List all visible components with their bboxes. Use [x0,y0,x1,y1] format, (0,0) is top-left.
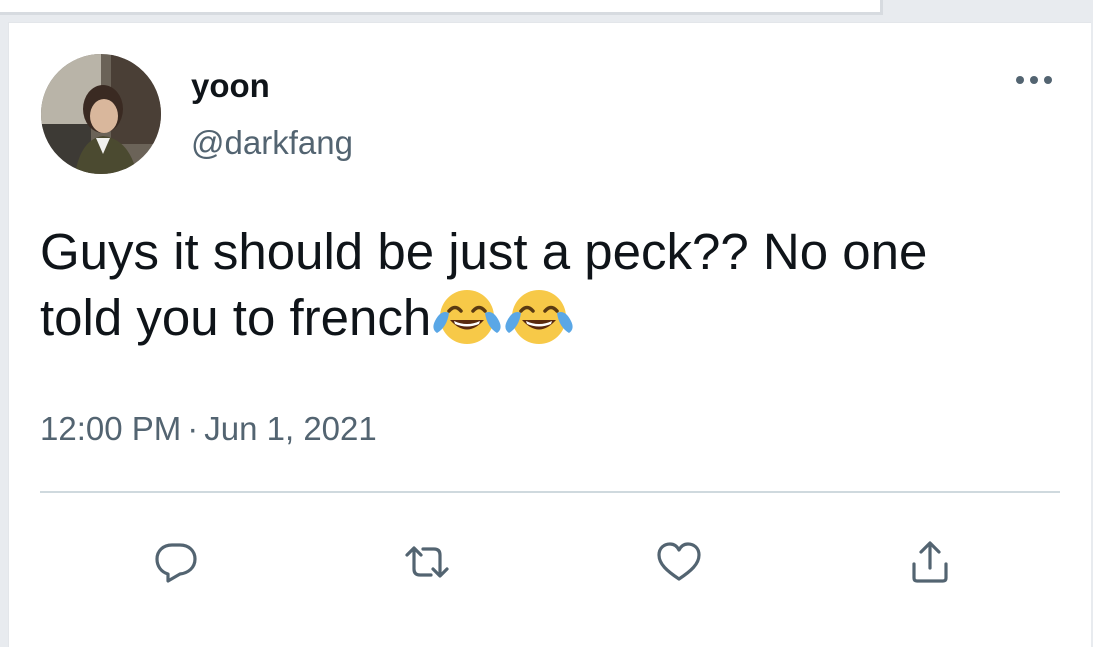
previous-card-edge [0,0,883,15]
tweet-text-line-2: told you to french [40,289,432,346]
tweet-time: 12:00 PM [40,410,182,447]
like-button[interactable] [646,529,712,595]
tears-of-joy-emoji-icon [505,290,573,344]
tweet-date: Jun 1, 2021 [204,410,377,447]
speech-bubble-icon [155,543,197,583]
more-dot-icon [1044,76,1052,84]
tweet-text: Guys it should be just a peck?? No one t… [40,219,1070,351]
more-dot-icon [1030,76,1038,84]
display-name[interactable]: yoon [191,66,270,106]
retweet-arrows-icon [405,546,449,578]
tears-of-joy-emoji-icon [433,290,501,344]
more-options-button[interactable] [1009,65,1059,95]
avatar-photo [41,54,161,174]
page: yoon @darkfang Guys it should be just a … [0,0,1093,647]
more-dot-icon [1016,76,1024,84]
reply-button[interactable] [143,529,209,595]
tweet-card: yoon @darkfang Guys it should be just a … [8,22,1091,647]
avatar[interactable] [41,54,161,174]
tweet-timestamp[interactable]: 12:00 PM · Jun 1, 2021 [40,409,377,449]
tweet-text-line-1: Guys it should be just a peck?? No one [40,223,928,280]
timestamp-separator: · [187,410,199,447]
user-handle[interactable]: @darkfang [191,123,353,163]
retweet-button[interactable] [394,529,460,595]
share-button[interactable] [897,529,963,595]
share-upload-icon [912,541,948,583]
actions-divider [40,491,1060,493]
heart-icon [657,542,701,581]
